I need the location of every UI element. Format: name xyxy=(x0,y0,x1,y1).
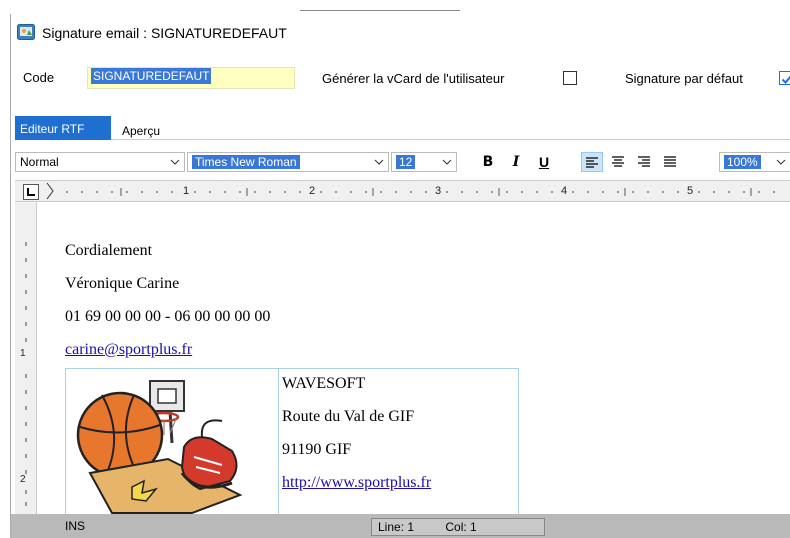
vertical-ruler-ticks xyxy=(25,242,27,506)
background-line xyxy=(300,10,460,11)
default-signature-label: Signature par défaut xyxy=(625,71,743,86)
chevron-down-icon xyxy=(776,159,786,165)
basketball-clipart-image xyxy=(72,377,272,514)
code-input[interactable]: SIGNATUREDEFAUT xyxy=(87,67,295,89)
zoom-select[interactable]: 100% xyxy=(719,152,790,172)
title-bar: Signature email : SIGNATUREDEFAUT xyxy=(11,14,790,48)
font-size-select[interactable]: 12 xyxy=(391,152,457,172)
cursor-position-status: Line: 1 Col: 1 xyxy=(371,518,545,536)
ruler-ticks xyxy=(46,182,775,200)
vcard-checkbox[interactable] xyxy=(563,71,577,85)
email-link[interactable]: carine@sportplus.fr xyxy=(65,341,192,359)
rtf-editor[interactable]: 1 2 Cordialement Véronique Carine 01 69 … xyxy=(15,202,790,514)
align-right-icon xyxy=(638,156,650,167)
table-cell-divider xyxy=(278,369,279,514)
ruler-mark: 5 xyxy=(687,185,694,197)
tab-rtf-editor[interactable]: Editeur RTF xyxy=(15,116,111,140)
align-left-icon xyxy=(586,157,598,168)
font-select[interactable]: Times New Roman xyxy=(187,152,389,172)
insert-mode-status: INS xyxy=(59,518,371,536)
ruler-mark: 1 xyxy=(183,185,190,197)
window-title: Signature email : SIGNATUREDEFAUT xyxy=(42,25,287,41)
chevron-down-icon xyxy=(442,159,452,165)
company-name: WAVESOFT xyxy=(282,375,366,392)
ruler-mark: 2 xyxy=(309,185,316,197)
background-window-strip xyxy=(0,0,790,14)
tab-preview[interactable]: Aperçu xyxy=(117,118,165,142)
signature-window: Signature email : SIGNATUREDEFAUT Code S… xyxy=(10,14,790,538)
ruler-mark: 3 xyxy=(435,185,442,197)
align-center-icon xyxy=(612,156,624,167)
align-left-button[interactable] xyxy=(581,152,603,172)
underline-button[interactable]: U xyxy=(533,152,555,172)
bold-button[interactable]: B xyxy=(477,152,499,172)
code-value: SIGNATUREDEFAUT xyxy=(91,68,212,84)
horizontal-ruler-row: 1 2 3 4 5 xyxy=(15,180,790,202)
signature-table: WAVESOFT Route du Val de GIF 91190 GIF h… xyxy=(65,368,519,514)
signer-name: Véronique Carine xyxy=(65,275,180,292)
address-line-1: Route du Val de GIF xyxy=(282,408,415,425)
line-status: Line: 1 xyxy=(378,520,415,534)
form-row: Code SIGNATUREDEFAUT Générer la vCard de… xyxy=(11,62,790,92)
font-value: Times New Roman xyxy=(192,155,300,169)
format-toolbar: Normal Times New Roman 12 B I U 100% xyxy=(15,148,790,174)
font-size-value: 12 xyxy=(396,155,416,169)
col-status: Col: 1 xyxy=(445,520,477,534)
tab-stop-icon[interactable] xyxy=(23,184,39,200)
closing-line: Cordialement xyxy=(65,242,153,259)
ruler-mark: 4 xyxy=(561,185,568,197)
editor-tabs: Editeur RTF Aperçu xyxy=(15,116,790,140)
chevron-down-icon xyxy=(170,159,180,165)
justify-button[interactable] xyxy=(659,152,681,172)
vertical-ruler: 1 2 xyxy=(15,202,37,514)
phone-numbers: 01 69 00 00 00 - 06 00 00 00 00 xyxy=(65,308,271,325)
vertical-ruler-mark: 1 xyxy=(20,348,26,359)
vcard-label: Générer la vCard de l'utilisateur xyxy=(322,71,505,86)
document-body[interactable]: Cordialement Véronique Carine 01 69 00 0… xyxy=(37,202,790,514)
align-right-button[interactable] xyxy=(633,152,655,172)
align-center-button[interactable] xyxy=(607,152,629,172)
justify-icon xyxy=(664,156,676,167)
style-value: Normal xyxy=(20,155,59,169)
address-line-2: 91190 GIF xyxy=(282,441,352,458)
status-bar: INS Line: 1 Col: 1 xyxy=(11,514,790,538)
italic-button[interactable]: I xyxy=(505,152,527,172)
style-select[interactable]: Normal xyxy=(15,152,185,172)
checkmark-icon xyxy=(781,75,790,84)
horizontal-ruler[interactable]: 1 2 3 4 5 xyxy=(45,181,790,203)
code-label: Code xyxy=(23,70,55,85)
default-signature-checkbox[interactable] xyxy=(779,71,790,85)
vertical-ruler-mark: 2 xyxy=(20,474,26,485)
zoom-value: 100% xyxy=(724,155,761,169)
website-link[interactable]: http://www.sportplus.fr xyxy=(282,474,431,492)
chevron-down-icon xyxy=(374,159,384,165)
app-icon xyxy=(17,24,35,40)
